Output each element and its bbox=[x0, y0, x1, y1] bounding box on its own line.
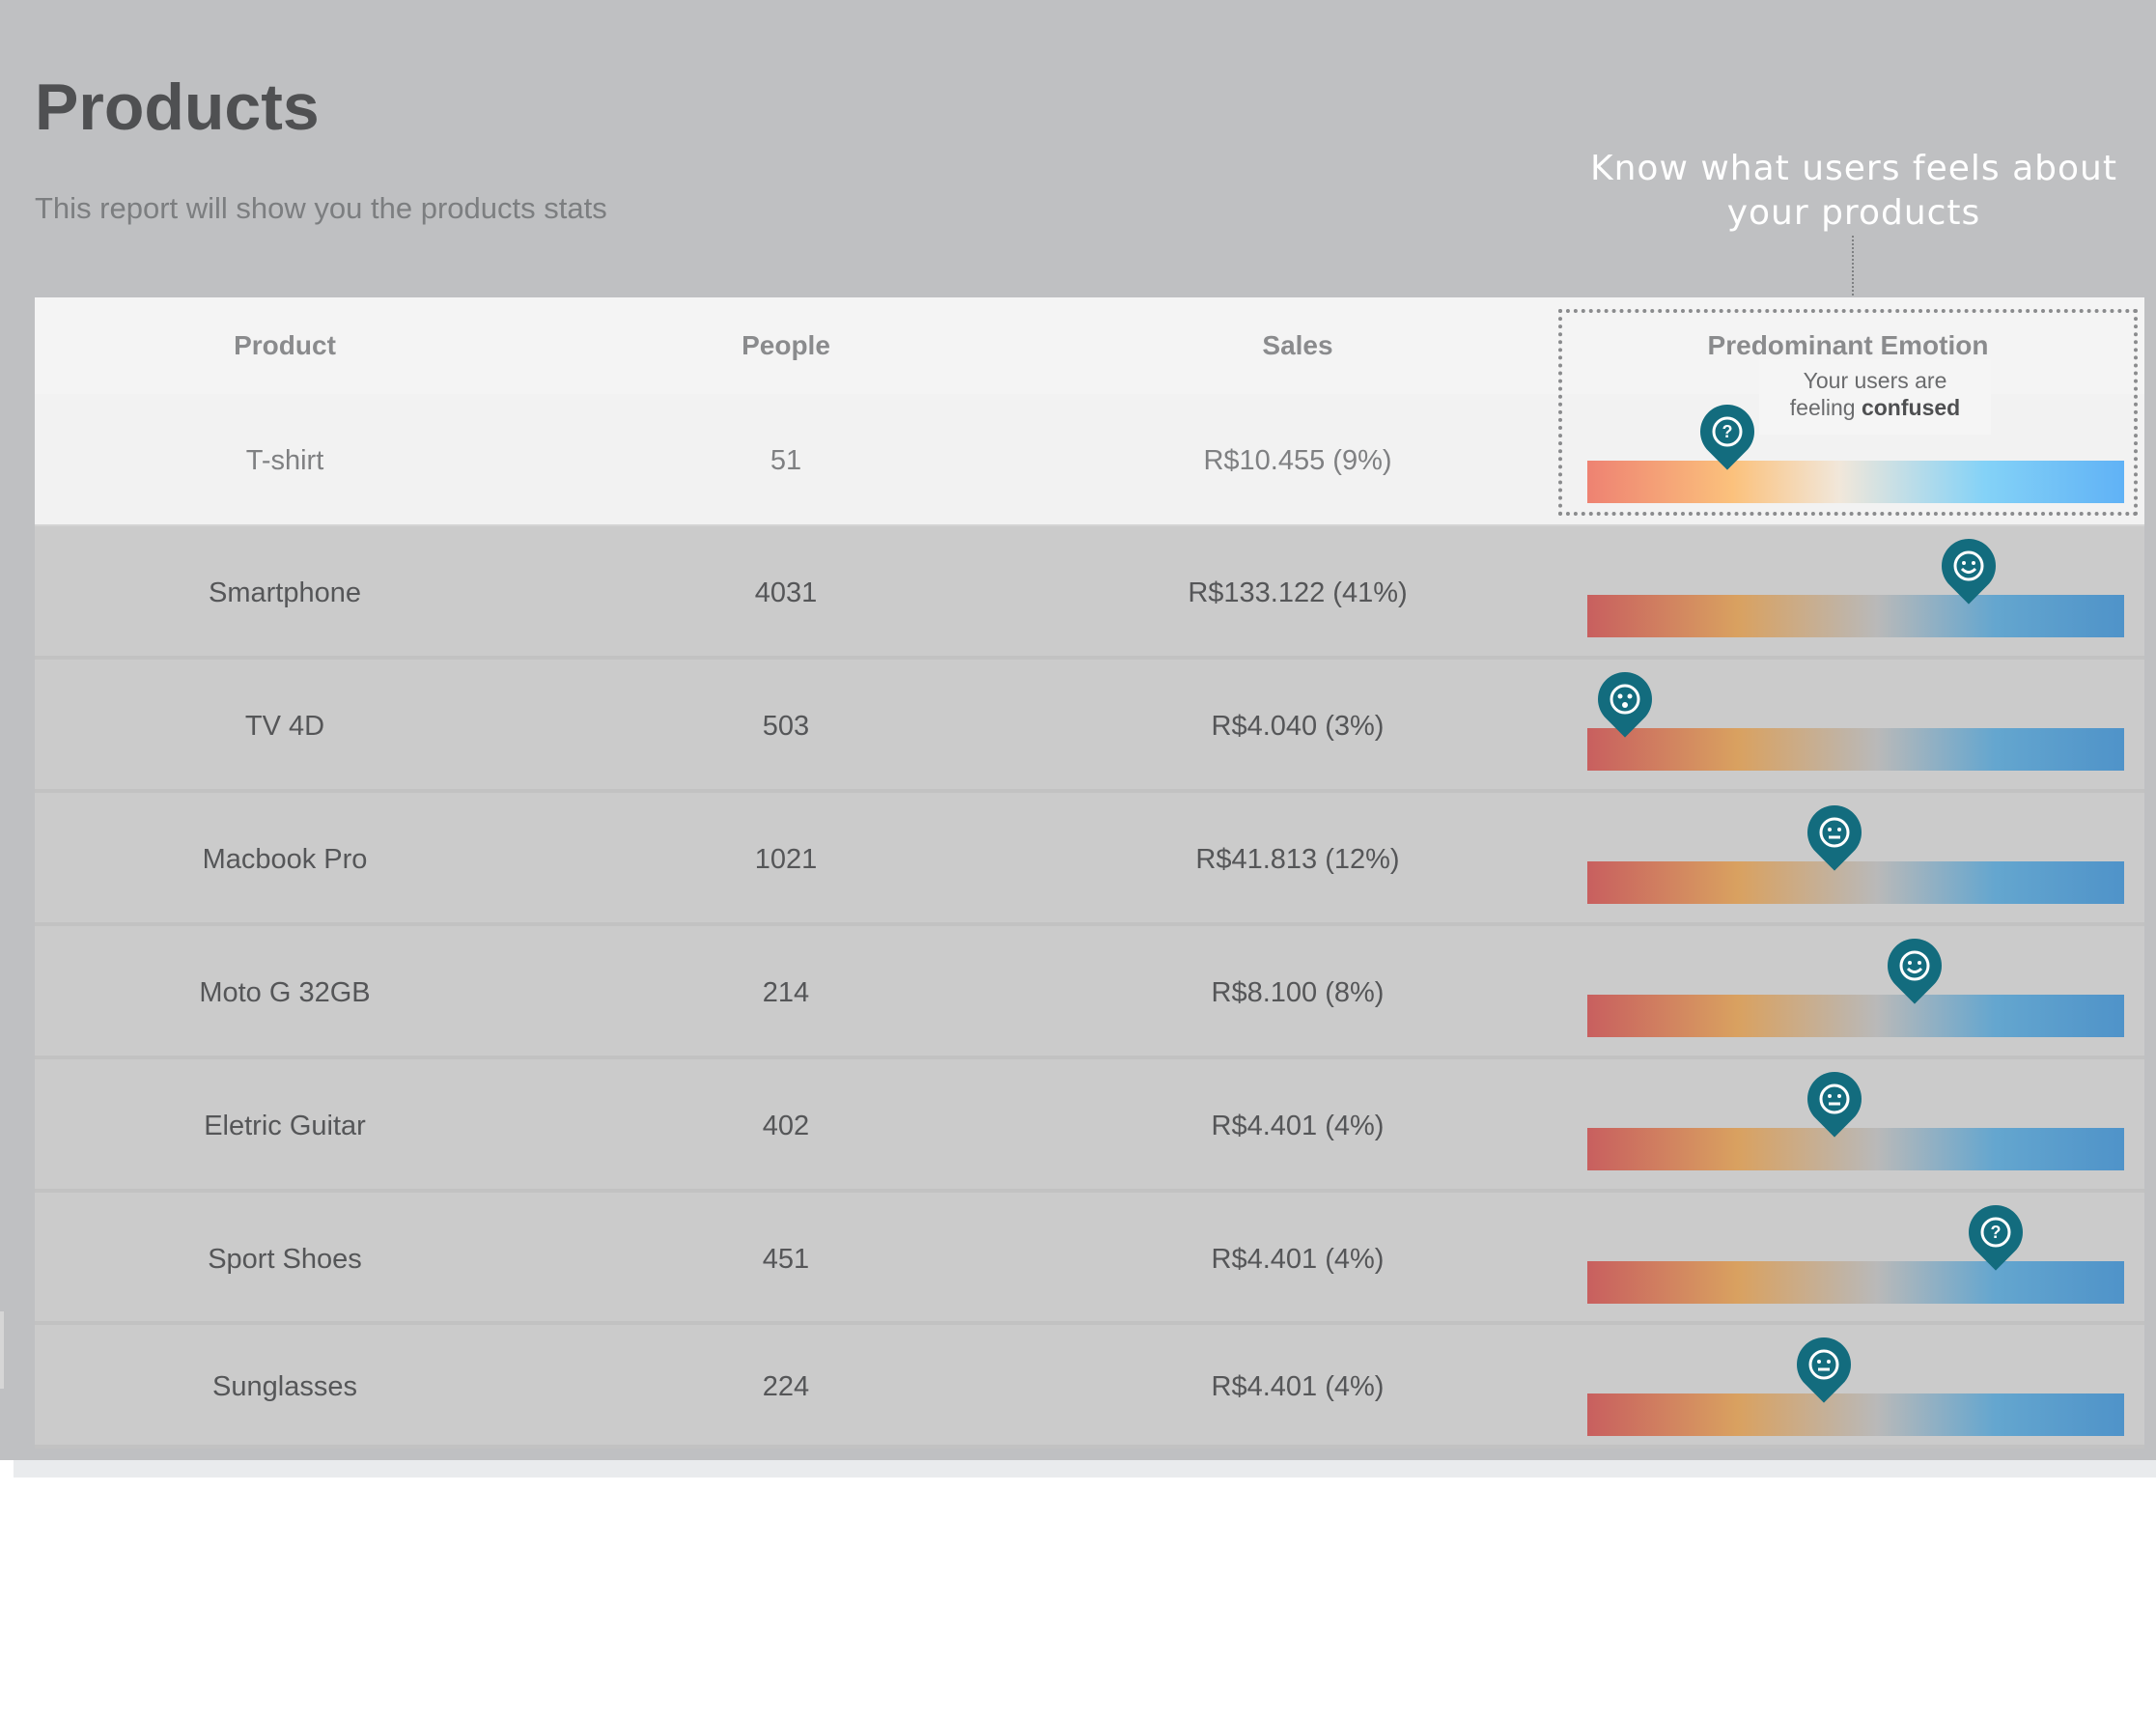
table-row[interactable]: Moto G 32GB 214 R$8.100 (8%) bbox=[35, 926, 2144, 1059]
sales-cell: R$4.040 (3%) bbox=[1211, 711, 1385, 742]
sales-cell: R$41.813 (12%) bbox=[1195, 844, 1400, 875]
emotion-scale-bar bbox=[1587, 595, 2124, 637]
tooltip-line-1: Your users are bbox=[1803, 368, 1947, 393]
emotion-marker-pin[interactable] bbox=[1796, 1060, 1873, 1138]
people-cell: 224 bbox=[762, 1371, 810, 1402]
column-header-sales[interactable]: Sales bbox=[1037, 330, 1558, 361]
emotion-marker-pin[interactable] bbox=[1586, 661, 1664, 738]
emotion-tooltip: Your users are feeling confused bbox=[1759, 359, 1991, 435]
sales-cell: R$8.100 (8%) bbox=[1211, 977, 1385, 1008]
emotion-scale-bar bbox=[1587, 1128, 2124, 1170]
emotion-marker-pin[interactable] bbox=[1876, 927, 1953, 1004]
callout-line-2: your products bbox=[1726, 193, 1981, 233]
table-row[interactable]: Smartphone 4031 R$133.122 (41%) bbox=[35, 526, 2144, 660]
product-cell: TV 4D bbox=[244, 711, 325, 742]
tooltip-prefix: feeling bbox=[1789, 395, 1856, 420]
emotion-marker-pin[interactable] bbox=[1785, 1326, 1862, 1403]
emotion-marker-pin[interactable]: ? bbox=[1956, 1194, 2034, 1271]
product-cell: Moto G 32GB bbox=[199, 977, 371, 1008]
column-header-product[interactable]: Product bbox=[35, 330, 535, 361]
product-cell: T-shirt bbox=[245, 445, 324, 476]
table-row[interactable]: Sunglasses 224 R$4.401 (4%) bbox=[35, 1325, 2144, 1449]
people-cell: 402 bbox=[762, 1111, 810, 1141]
product-cell: Smartphone bbox=[209, 577, 361, 608]
people-cell: 214 bbox=[762, 977, 810, 1008]
emotion-marker-pin[interactable] bbox=[1930, 527, 2007, 605]
table-row[interactable]: TV 4D 503 R$4.040 (3%) bbox=[35, 660, 2144, 793]
product-cell: Sport Shoes bbox=[208, 1244, 362, 1275]
emotion-scale-bar bbox=[1587, 995, 2124, 1037]
sales-cell: R$4.401 (4%) bbox=[1211, 1244, 1385, 1275]
people-cell: 51 bbox=[770, 445, 802, 476]
page-title: Products bbox=[35, 70, 320, 144]
people-cell: 4031 bbox=[754, 577, 818, 608]
sales-cell: R$133.122 (41%) bbox=[1188, 577, 1408, 608]
product-cell: Eletric Guitar bbox=[204, 1111, 366, 1141]
onboarding-callout: Know what users feels about your product… bbox=[1579, 147, 2129, 236]
bottom-strip bbox=[14, 1460, 2156, 1478]
table-row[interactable]: Sport Shoes 451 R$4.401 (4%)? bbox=[35, 1193, 2144, 1325]
column-header-people[interactable]: People bbox=[535, 330, 1037, 361]
sales-cell: R$4.401 (4%) bbox=[1211, 1371, 1385, 1402]
emotion-scale-bar bbox=[1587, 728, 2124, 771]
emotion-scale-bar bbox=[1587, 861, 2124, 904]
page-subtitle: This report will show you the products s… bbox=[35, 191, 607, 225]
people-cell: 503 bbox=[762, 711, 810, 742]
emotion-scale-bar bbox=[1587, 1393, 2124, 1436]
people-cell: 1021 bbox=[754, 844, 818, 875]
sales-cell: R$4.401 (4%) bbox=[1211, 1111, 1385, 1141]
sales-cell: R$10.455 (9%) bbox=[1203, 445, 1392, 476]
tooltip-emotion: confused bbox=[1861, 395, 1961, 420]
product-cell: Sunglasses bbox=[212, 1371, 357, 1402]
table-row[interactable]: Macbook Pro 1021 R$41.813 (12%) bbox=[35, 793, 2144, 926]
product-cell: Macbook Pro bbox=[202, 844, 368, 875]
emotion-marker-pin[interactable] bbox=[1796, 794, 1873, 871]
svg-text:?: ? bbox=[1990, 1223, 2001, 1242]
left-edge bbox=[0, 1311, 4, 1389]
people-cell: 451 bbox=[762, 1244, 810, 1275]
emotion-scale-bar bbox=[1587, 1261, 2124, 1304]
table-row[interactable]: Eletric Guitar 402 R$4.401 (4%) bbox=[35, 1059, 2144, 1193]
tooltip-line-2: feeling confused bbox=[1759, 394, 1991, 421]
callout-line-1: Know what users feels about bbox=[1590, 149, 2117, 188]
callout-connector bbox=[1852, 236, 1854, 299]
